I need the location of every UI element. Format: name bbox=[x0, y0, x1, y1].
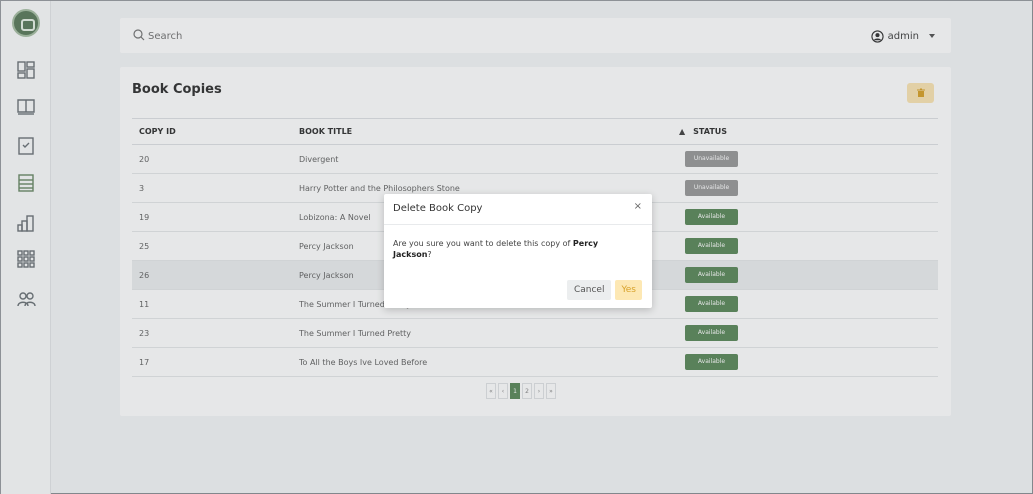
modal-divider bbox=[384, 224, 652, 225]
close-icon[interactable]: × bbox=[634, 201, 642, 212]
confirm-yes-button[interactable]: Yes bbox=[615, 280, 642, 300]
cancel-button[interactable]: Cancel bbox=[566, 280, 612, 300]
app-window: admin Book Copies COPY ID BOOK TITLE ▲ST… bbox=[0, 0, 1033, 494]
modal-message-suffix: ? bbox=[427, 250, 432, 259]
delete-confirm-modal: Delete Book Copy × Are you sure you want… bbox=[384, 194, 652, 308]
modal-message: Are you sure you want to delete this cop… bbox=[393, 238, 633, 260]
modal-title: Delete Book Copy bbox=[393, 203, 483, 214]
modal-footer: Cancel Yes bbox=[566, 280, 642, 300]
modal-message-prefix: Are you sure you want to delete this cop… bbox=[393, 239, 573, 248]
